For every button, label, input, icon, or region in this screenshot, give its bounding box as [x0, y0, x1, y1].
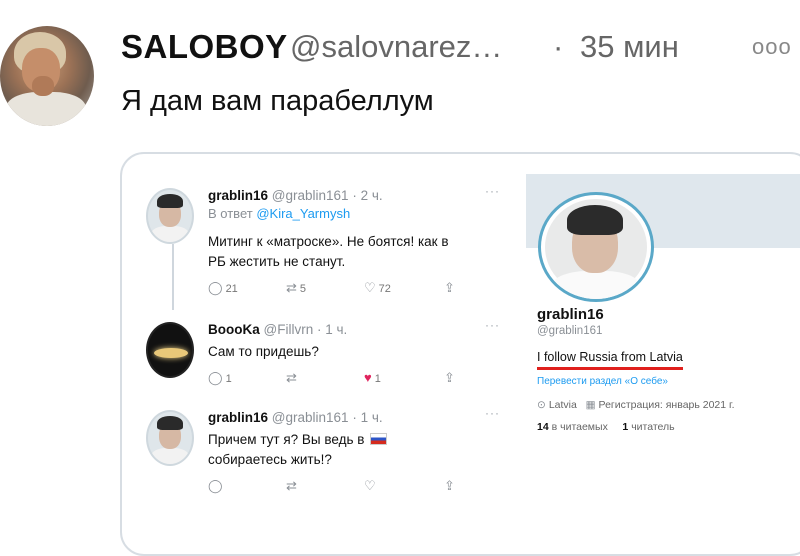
- like-count: 72: [378, 283, 391, 295]
- following-link[interactable]: 14 в читаемых: [537, 421, 608, 433]
- reply-more-icon[interactable]: ···: [485, 406, 500, 420]
- reply-avatar[interactable]: [146, 188, 194, 244]
- profile-name: grablin16: [537, 306, 604, 323]
- reply-text-segment: Причем тут я? Вы ведь в: [208, 432, 365, 447]
- reply-author-name[interactable]: grablin16: [208, 188, 268, 203]
- reply-avatar[interactable]: [146, 322, 194, 378]
- retweet-count: 5: [299, 283, 307, 295]
- profile-stats: 14 в читаемых 1 читатель: [537, 421, 675, 433]
- followers-link[interactable]: 1 читатель: [622, 421, 674, 433]
- avatar-hair: [157, 194, 183, 208]
- reply-text-line: Сам то придешь?: [208, 344, 319, 359]
- user-avatar[interactable]: [0, 26, 94, 126]
- reply-text-line: Причем тут я? Вы ведь в: [208, 430, 388, 450]
- avatar-body: [151, 448, 189, 464]
- share-action[interactable]: ⇪: [444, 370, 458, 386]
- share-action[interactable]: ⇪: [444, 478, 458, 494]
- reply-time[interactable]: · 1 ч.: [317, 322, 347, 337]
- comment-icon: ◯: [208, 370, 223, 385]
- location-icon: ⊙: [537, 399, 546, 411]
- reply-text-line: Митинг к «матроске». Не боятся! как в: [208, 234, 449, 249]
- reply-action[interactable]: ◯: [208, 478, 226, 494]
- reply-action[interactable]: ◯ 1: [208, 370, 232, 386]
- share-icon: ⇪: [444, 280, 455, 295]
- comment-icon: ◯: [208, 478, 223, 493]
- translate-bio-link[interactable]: Перевести раздел «О себе»: [537, 376, 668, 387]
- separator-dot: ·: [553, 29, 564, 64]
- heart-outline-icon: ♡: [364, 478, 376, 493]
- reply-header: grablin16 @grablin161 · 2 ч.: [208, 188, 383, 203]
- reply-count: 21: [225, 283, 238, 295]
- reply-action[interactable]: ◯ 21: [208, 280, 238, 296]
- thread-connector-line: [172, 244, 174, 310]
- reply-author-name[interactable]: BoooKa: [208, 322, 260, 337]
- retweet-action[interactable]: ⇄ 5: [286, 280, 306, 296]
- retweet-icon: ⇄: [286, 478, 297, 493]
- retweet-icon: ⇄: [286, 280, 297, 295]
- heart-filled-icon: ♥: [364, 370, 372, 385]
- user-handle[interactable]: @salovnarez…: [290, 29, 502, 65]
- avatar-body: [551, 271, 641, 299]
- reply-header: BoooKa @Fillvrn · 1 ч.: [208, 322, 347, 337]
- like-count: 1: [374, 373, 381, 385]
- avatar-hand: [32, 76, 54, 96]
- reply-text: Сам то придешь?: [208, 342, 319, 362]
- profile-location: Latvia: [548, 399, 577, 411]
- reply-actions: ◯ 21 ⇄ 5 ♡ 72 ⇪: [208, 280, 468, 298]
- share-icon: ⇪: [444, 478, 455, 493]
- reply-more-icon[interactable]: ···: [485, 318, 500, 332]
- like-action[interactable]: ♥ 1: [364, 370, 381, 385]
- reply-actions: ◯ ⇄ ♡ ⇪: [208, 478, 468, 496]
- reply-header: grablin16 @grablin161 · 1 ч.: [208, 410, 383, 425]
- like-action[interactable]: ♡ 72: [364, 280, 391, 296]
- reply-author-handle[interactable]: @grablin161: [272, 188, 349, 203]
- reply-more-icon[interactable]: ···: [485, 184, 500, 198]
- calendar-icon: ▦: [585, 399, 596, 411]
- heart-outline-icon: ♡: [364, 280, 376, 295]
- tweet-timestamp[interactable]: 35 мин: [580, 29, 679, 65]
- retweet-action[interactable]: ⇄: [286, 370, 300, 386]
- profile-joined: Регистрация: январь 2021 г.: [598, 399, 735, 411]
- reply-text: Причем тут я? Вы ведь в собираетесь жить…: [208, 430, 388, 470]
- red-underline: [537, 367, 683, 370]
- reply-to-mention[interactable]: @Kira_Yarmysh: [256, 206, 350, 221]
- reply-text-line: собираетесь жить!?: [208, 452, 332, 467]
- following-count: 14: [537, 421, 549, 433]
- display-name[interactable]: SALOBOY: [121, 28, 288, 66]
- reply-text: Митинг к «матроске». Не боятся! как в РБ…: [208, 232, 449, 272]
- following-label: в читаемых: [551, 421, 608, 433]
- profile-bio: I follow Russia from Latvia: [537, 350, 683, 364]
- followers-count: 1: [622, 421, 629, 433]
- reply-author-handle[interactable]: @grablin161: [272, 410, 349, 425]
- reply-to-prefix: В ответ: [208, 206, 253, 221]
- reply-text-line: РБ жестить не станут.: [208, 254, 346, 269]
- avatar-hair: [157, 416, 183, 430]
- retweet-action[interactable]: ⇄: [286, 478, 300, 494]
- share-action[interactable]: ⇪: [444, 280, 458, 296]
- profile-handle: @grablin161: [537, 325, 603, 337]
- avatar-shirt: [6, 92, 86, 126]
- reply-author-name[interactable]: grablin16: [208, 410, 268, 425]
- share-icon: ⇪: [444, 370, 455, 385]
- reply-author-handle[interactable]: @Fillvrn: [264, 322, 314, 337]
- avatar-body: [151, 226, 189, 242]
- russia-flag-icon: [370, 433, 388, 445]
- reply-time[interactable]: · 2 ч.: [352, 188, 382, 203]
- avatar-light: [154, 348, 188, 358]
- reply-actions: ◯ 1 ⇄ ♥ 1 ⇪: [208, 370, 468, 388]
- retweet-icon: ⇄: [286, 370, 297, 385]
- tweet-text: Я дам вам парабеллум: [121, 85, 434, 117]
- reply-avatar[interactable]: [146, 410, 194, 466]
- more-options-icon[interactable]: ooo: [752, 34, 792, 60]
- like-action[interactable]: ♡: [364, 478, 379, 494]
- followers-label: читатель: [631, 421, 675, 433]
- profile-avatar[interactable]: [538, 192, 654, 302]
- reply-count: 1: [225, 373, 232, 385]
- comment-icon: ◯: [208, 280, 223, 295]
- reply-time[interactable]: · 1 ч.: [352, 410, 382, 425]
- profile-meta: ⊙ Latvia ▦ Регистрация: январь 2021 г.: [537, 399, 735, 411]
- reply-to-line: В ответ @Kira_Yarmysh: [208, 206, 350, 221]
- avatar-hair: [567, 205, 623, 235]
